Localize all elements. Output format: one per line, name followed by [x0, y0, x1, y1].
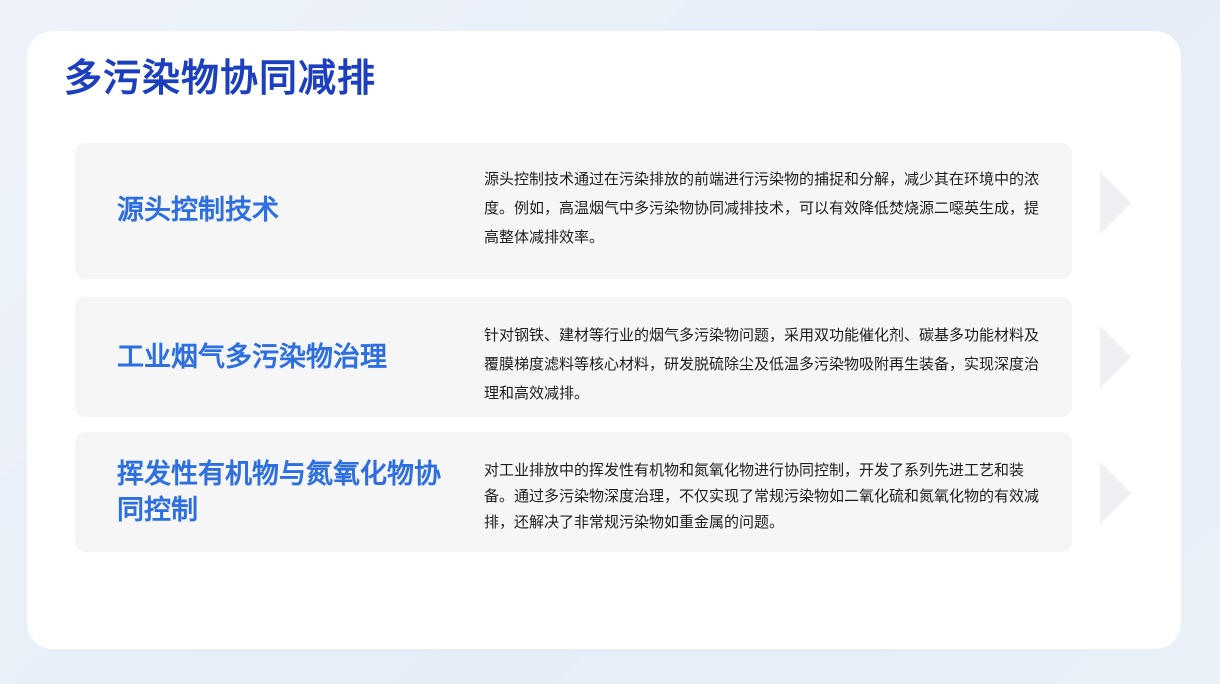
item-description: 针对钢铁、建材等行业的烟气多污染物问题，采用双功能催化剂、碳基多功能材料及覆膜梯…	[484, 326, 1040, 402]
page-title: 多污染物协同减排	[64, 56, 377, 100]
list-item-voc-nox-control: 挥发性有机物与氮氧化物协同控制 对工业排放中的挥发性有机物和氮氧化物进行协同控制…	[75, 432, 1072, 552]
item-heading: 工业烟气多污染物治理	[117, 342, 387, 373]
list-item-industrial-flue-gas: 工业烟气多污染物治理 针对钢铁、建材等行业的烟气多污染物问题，采用双功能催化剂、…	[75, 297, 1072, 417]
item-heading: 挥发性有机物与氮氧化物协同控制	[117, 459, 441, 526]
chevron-right-icon	[1100, 172, 1131, 234]
item-description: 对工业排放中的挥发性有机物和氮氧化物进行协同控制，开发了系列先进工艺和装备。通过…	[484, 461, 1040, 531]
item-heading: 源头控制技术	[117, 195, 279, 226]
chevron-right-icon	[1100, 462, 1131, 524]
list-item-source-control: 源头控制技术 源头控制技术通过在污染排放的前端进行污染物的捕捉和分解，减少其在环…	[75, 143, 1072, 279]
item-description: 源头控制技术通过在污染排放的前端进行污染物的捕捉和分解，减少其在环境中的浓度。例…	[484, 170, 1040, 246]
chevron-right-icon	[1100, 326, 1131, 388]
